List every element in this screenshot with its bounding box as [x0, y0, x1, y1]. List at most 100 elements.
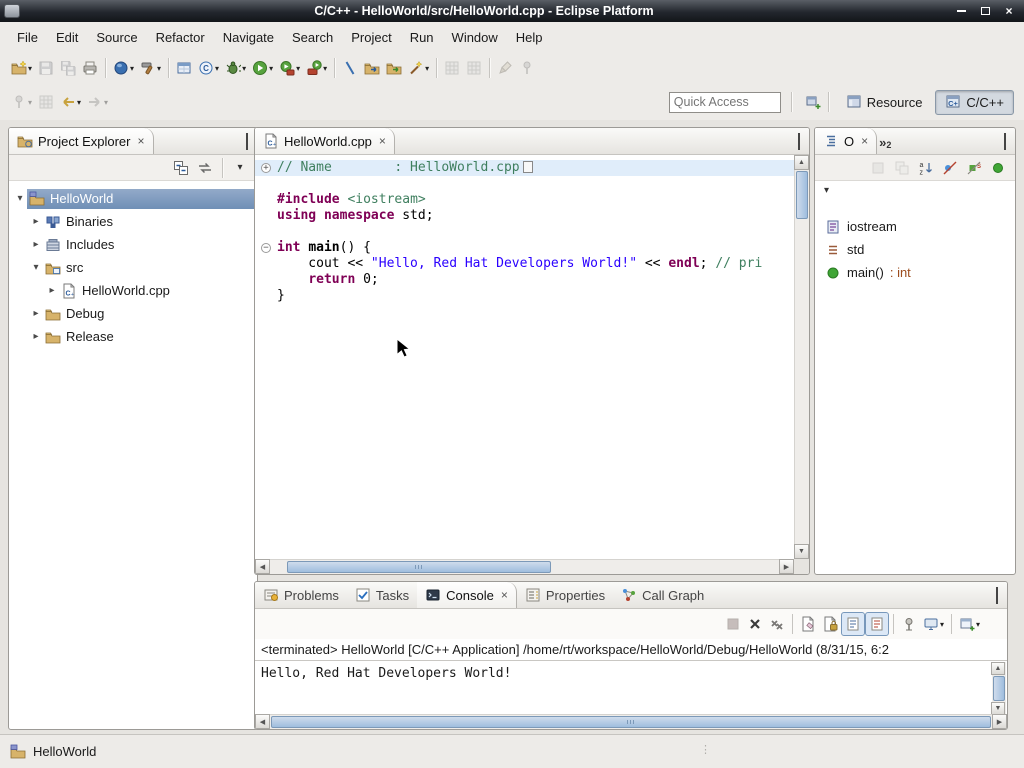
tab-outline[interactable]: O ×: [815, 128, 877, 154]
run-button[interactable]: ▾: [249, 56, 276, 80]
menu-window[interactable]: Window: [443, 25, 507, 50]
tree-item-includes[interactable]: ▸Includes: [9, 233, 257, 256]
scroll-up-button[interactable]: ▲: [794, 155, 809, 170]
window-menu-icon[interactable]: [4, 4, 20, 18]
print-button[interactable]: [79, 56, 101, 80]
view-menu-button[interactable]: ▾: [229, 156, 251, 180]
perspective-c-c-button[interactable]: C+C/C++: [935, 90, 1014, 115]
menu-project[interactable]: Project: [342, 25, 400, 50]
close-view-icon[interactable]: ×: [861, 134, 868, 148]
hide-fields-button[interactable]: [939, 156, 961, 180]
editor-horizontal-scrollbar[interactable]: ◀ ▶: [255, 559, 794, 574]
run-last-tool-button[interactable]: ▾: [276, 56, 303, 80]
dropdown-arrow-icon[interactable]: ▾: [28, 98, 32, 107]
fold-minus-icon[interactable]: −: [261, 243, 271, 253]
fold-plus-icon[interactable]: +: [261, 163, 271, 173]
debug-button[interactable]: ▾: [222, 56, 249, 80]
dropdown-arrow-icon[interactable]: ▾: [215, 64, 219, 73]
previous-annotation-button[interactable]: [463, 56, 485, 80]
open-resource-button[interactable]: [383, 56, 405, 80]
close-view-icon[interactable]: ×: [501, 588, 508, 602]
next-annotation-button[interactable]: [441, 56, 463, 80]
close-editor-icon[interactable]: ×: [379, 134, 386, 148]
scroll-down-button[interactable]: ▼: [794, 544, 809, 559]
focus-button[interactable]: [867, 156, 889, 180]
menu-edit[interactable]: Edit: [47, 25, 87, 50]
outline-item-std[interactable]: std: [815, 238, 1015, 261]
menu-search[interactable]: Search: [283, 25, 342, 50]
hide-non-public-members-button[interactable]: [987, 156, 1009, 180]
menu-help[interactable]: Help: [507, 25, 552, 50]
tree-item-debug[interactable]: ▸Debug: [9, 302, 257, 325]
scroll-lock-button[interactable]: [819, 612, 841, 636]
expander-icon[interactable]: ▾: [29, 262, 43, 273]
maximize-button[interactable]: [974, 3, 996, 20]
scroll-right-button[interactable]: ▶: [779, 559, 794, 574]
expander-icon[interactable]: ▸: [45, 285, 59, 296]
console-horizontal-scrollbar[interactable]: ◀ ▶: [255, 714, 1007, 729]
collapse-all-button[interactable]: [891, 156, 913, 180]
expander-icon[interactable]: ▸: [29, 331, 43, 342]
new-cpp-project-button[interactable]: ▾: [110, 56, 137, 80]
tab-call-graph[interactable]: Call Graph: [613, 582, 712, 608]
skip-all-breakpoints-button[interactable]: [339, 56, 361, 80]
tab-problems[interactable]: Problems: [255, 582, 347, 608]
tree-item-binaries[interactable]: ▸Binaries: [9, 210, 257, 233]
dropdown-arrow-icon[interactable]: ▾: [296, 64, 300, 73]
save-all-button[interactable]: [57, 56, 79, 80]
scrollbar-thumb[interactable]: [287, 561, 551, 573]
back-history-button[interactable]: ▾: [57, 90, 84, 114]
expander-icon[interactable]: ▸: [29, 308, 43, 319]
debug-configurations-button[interactable]: [173, 56, 195, 80]
dropdown-arrow-icon[interactable]: ▾: [242, 64, 246, 73]
external-tools-button[interactable]: ▾: [303, 56, 330, 80]
outline-view-menu[interactable]: ▾: [815, 181, 1015, 201]
new-wizard-button[interactable]: ▾: [8, 56, 35, 80]
dropdown-arrow-icon[interactable]: ▾: [157, 64, 161, 73]
open-console-button[interactable]: ▾: [956, 612, 983, 636]
dropdown-arrow-icon[interactable]: ▾: [77, 98, 81, 107]
code-editor[interactable]: +// Name : HelloWorld.cpp#include <iostr…: [255, 155, 794, 559]
forward-history-button[interactable]: ▾: [84, 90, 111, 114]
tree-item-src[interactable]: ▾src: [9, 256, 257, 279]
dropdown-arrow-icon[interactable]: ▾: [323, 64, 327, 73]
scroll-left-button[interactable]: ◀: [255, 559, 270, 574]
pin-console-button[interactable]: [898, 612, 920, 636]
editor-vertical-scrollbar[interactable]: ▲ ▼: [794, 155, 809, 559]
outline-list[interactable]: iostreamstdmain() : int: [815, 201, 1015, 284]
dropdown-arrow-icon[interactable]: ▾: [130, 64, 134, 73]
outline-item-main[interactable]: main() : int: [815, 261, 1015, 284]
collapse-all-button[interactable]: [170, 156, 192, 180]
open-element-button[interactable]: [361, 56, 383, 80]
tree-item-helloworld-cpp[interactable]: ▸C+HelloWorld.cpp: [9, 279, 257, 302]
hide-static-members-button[interactable]: S: [963, 156, 985, 180]
restore-wizard-button[interactable]: ▾: [8, 90, 35, 114]
titlebar[interactable]: C/C++ - HelloWorld/src/HelloWorld.cpp - …: [0, 0, 1024, 22]
collapsed-region-indicator[interactable]: [523, 161, 533, 173]
console-vertical-scrollbar[interactable]: ▲ ▼: [992, 662, 1006, 715]
scrollbar-thumb[interactable]: [271, 716, 991, 728]
tab-properties[interactable]: Properties: [517, 582, 613, 608]
scroll-right-button[interactable]: ▶: [992, 714, 1007, 729]
scrollbar-thumb[interactable]: [796, 171, 808, 219]
maximize-editor-button[interactable]: [798, 134, 800, 149]
maximize-view-button[interactable]: [996, 588, 998, 603]
console-output[interactable]: Hello, Red Hat Developers World!: [255, 661, 991, 716]
minimize-button[interactable]: [950, 3, 972, 20]
pin-editor-button[interactable]: [516, 56, 538, 80]
dropdown-arrow-icon[interactable]: ▾: [425, 64, 429, 73]
last-edit-location-button[interactable]: [494, 56, 516, 80]
menu-source[interactable]: Source: [87, 25, 146, 50]
sort-button[interactable]: az: [915, 156, 937, 180]
scrollbar-thumb[interactable]: [993, 676, 1005, 701]
clear-console-button[interactable]: [797, 612, 819, 636]
dropdown-arrow-icon[interactable]: ▾: [269, 64, 273, 73]
remove-launch-button[interactable]: [744, 612, 766, 636]
menu-refactor[interactable]: Refactor: [147, 25, 214, 50]
menu-file[interactable]: File: [8, 25, 47, 50]
view-overflow-indicator[interactable]: »2: [877, 128, 895, 154]
project-tree[interactable]: ▾HelloWorld▸Binaries▸Includes▾src▸C+Hell…: [9, 181, 257, 348]
maximize-view-button[interactable]: [1004, 134, 1006, 149]
menu-run[interactable]: Run: [401, 25, 443, 50]
dropdown-arrow-icon[interactable]: ▾: [940, 620, 944, 629]
